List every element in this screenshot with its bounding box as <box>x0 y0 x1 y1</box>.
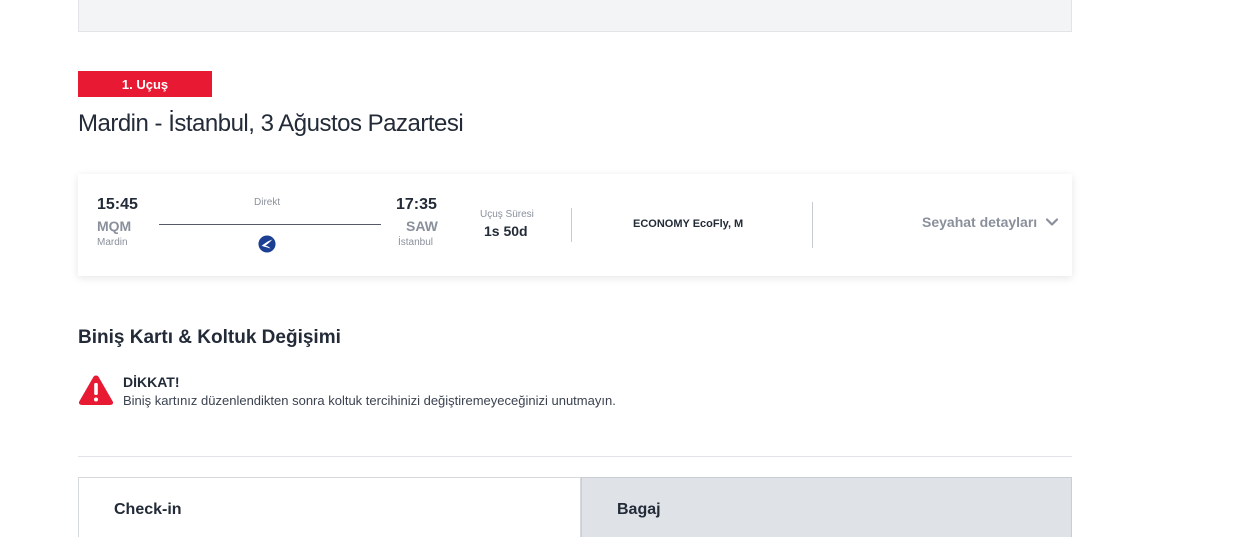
tab-check-in[interactable]: Check-in <box>78 477 581 537</box>
tab-label: Check-in <box>114 501 182 518</box>
warning-title: DİKKAT! <box>123 374 180 390</box>
chevron-down-icon <box>1046 218 1059 226</box>
travel-details-label: Seyahat detayları <box>922 214 1038 230</box>
arrival-time: 17:35 <box>396 196 437 213</box>
departure-time: 15:45 <box>97 196 138 213</box>
departure-city: Mardin <box>97 237 128 248</box>
top-panel <box>78 0 1072 32</box>
direct-label: Direkt <box>254 197 281 208</box>
section-divider <box>78 456 1072 457</box>
tab-label: Bagaj <box>617 501 661 518</box>
warning-text: Biniş kartınız düzenlendikten sonra kolt… <box>123 393 616 408</box>
flight-card: 15:45 MQM Mardin Direkt 17:35 SAW İstanb… <box>78 174 1072 276</box>
card-divider <box>571 208 572 242</box>
card-divider <box>812 202 813 248</box>
section-title: Biniş Kartı & Koltuk Değişimi <box>78 327 341 348</box>
route-line <box>159 224 381 225</box>
warning-triangle-icon <box>78 375 114 405</box>
tab-baggage[interactable]: Bagaj <box>581 477 1072 537</box>
arrival-city: İstanbul <box>398 237 434 248</box>
turkish-airlines-logo-icon <box>258 235 276 253</box>
route-title: Mardin - İstanbul, 3 Ağustos Pazartesi <box>78 110 464 137</box>
duration-value: 1s 50d <box>484 223 528 239</box>
flight-number-badge: 1. Uçuş <box>78 71 212 97</box>
duration-label: Uçuş Süresi <box>480 209 534 220</box>
cabin-class: ECONOMY EcoFly, M <box>633 218 744 230</box>
arrival-code: SAW <box>406 218 438 234</box>
travel-details-toggle[interactable]: Seyahat detayları <box>922 214 1059 230</box>
departure-code: MQM <box>97 218 132 234</box>
